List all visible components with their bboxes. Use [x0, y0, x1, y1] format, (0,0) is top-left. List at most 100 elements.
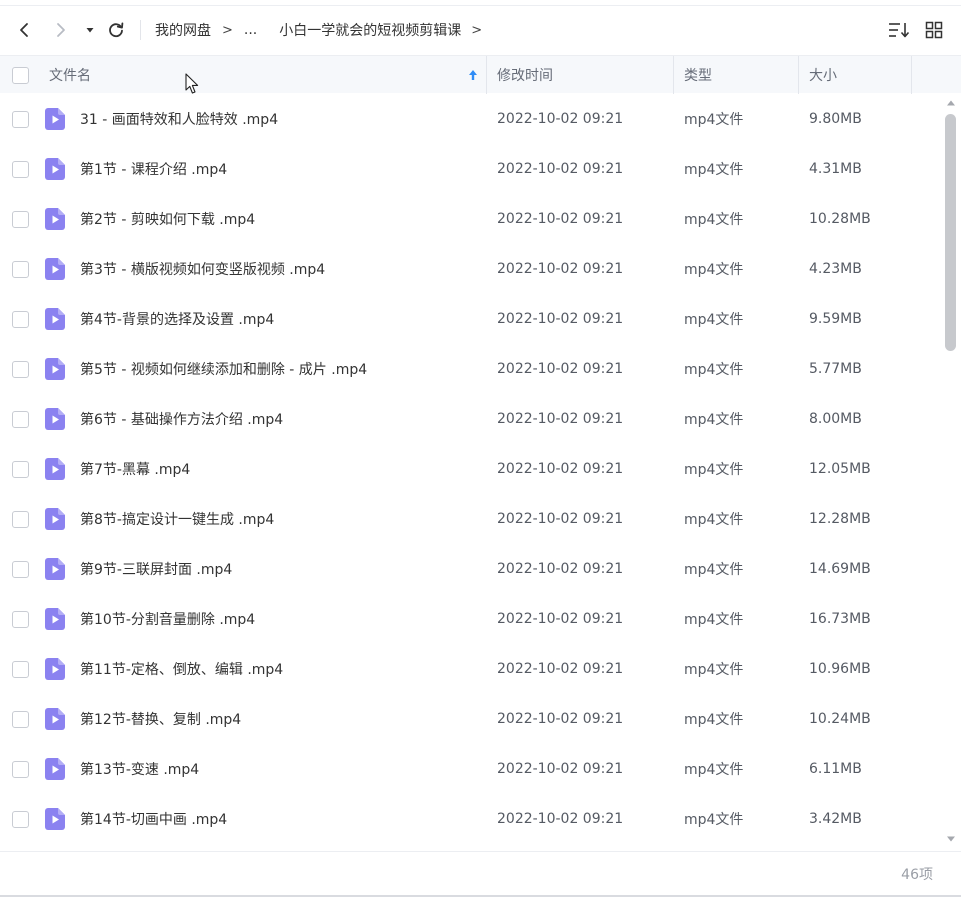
table-row[interactable]: 第8节-搞定设计一键生成 .mp4 2022-10-02 09:21 mp4文件…: [0, 494, 940, 544]
select-all-checkbox[interactable]: [12, 66, 29, 84]
file-modified-time: 2022-10-02 09:21: [497, 461, 624, 477]
file-size: 6.11MB: [809, 761, 862, 777]
file-name[interactable]: 第14节-切画中画 .mp4: [80, 794, 227, 844]
row-checkbox-cell: [12, 94, 29, 144]
table-row[interactable]: 第5节 - 视频如何继续添加和删除 - 成片 .mp4 2022-10-02 0…: [0, 344, 940, 394]
row-checkbox[interactable]: [12, 710, 29, 728]
table-row[interactable]: 第10节-分割音量删除 .mp4 2022-10-02 09:21 mp4文件 …: [0, 594, 940, 644]
file-modified-time: 2022-10-02 09:21: [497, 761, 624, 777]
table-row[interactable]: 第6节 - 基础操作方法介绍 .mp4 2022-10-02 09:21 mp4…: [0, 394, 940, 444]
row-checkbox[interactable]: [12, 360, 29, 378]
video-file-icon: [45, 508, 65, 530]
breadcrumb-separator: >: [222, 22, 233, 38]
column-divider[interactable]: [486, 56, 487, 94]
forward-button[interactable]: [49, 18, 73, 42]
file-icon-cell: [45, 194, 65, 244]
file-name[interactable]: 第13节-变速 .mp4: [80, 744, 199, 794]
file-name[interactable]: 第2节 - 剪映如何下载 .mp4: [80, 194, 255, 244]
table-row[interactable]: 第9节-三联屏封面 .mp4 2022-10-02 09:21 mp4文件 14…: [0, 544, 940, 594]
column-divider[interactable]: [673, 56, 674, 94]
file-size: 3.42MB: [809, 811, 862, 827]
file-name[interactable]: 31 - 画面特效和人脸特效 .mp4: [80, 94, 278, 144]
row-checkbox[interactable]: [12, 260, 29, 278]
table-row[interactable]: 第2节 - 剪映如何下载 .mp4 2022-10-02 09:21 mp4文件…: [0, 194, 940, 244]
grid-view-button[interactable]: [922, 19, 946, 41]
file-type: mp4文件: [684, 812, 744, 828]
toolbar: 我的网盘 > ... 小白一学就会的短视频剪辑课 >: [0, 6, 961, 54]
file-size: 12.28MB: [809, 511, 871, 527]
file-manager-window: 我的网盘 > ... 小白一学就会的短视频剪辑课 > 文件名 修改时间 类型 大…: [0, 0, 961, 897]
grid-view-icon: [925, 21, 943, 39]
row-checkbox[interactable]: [12, 410, 29, 428]
column-header-type[interactable]: 类型: [684, 56, 712, 94]
file-name[interactable]: 第8节-搞定设计一键生成 .mp4: [80, 494, 274, 544]
breadcrumb: 我的网盘 > ... 小白一学就会的短视频剪辑课 >: [155, 6, 482, 54]
row-checkbox[interactable]: [12, 810, 29, 828]
row-checkbox[interactable]: [12, 310, 29, 328]
sort-direction-button[interactable]: [467, 67, 479, 83]
status-bar: 46项: [0, 851, 961, 895]
table-row[interactable]: 第12节-替换、复制 .mp4 2022-10-02 09:21 mp4文件 1…: [0, 694, 940, 744]
row-checkbox-cell: [12, 194, 29, 244]
table-row[interactable]: 第14节-切画中画 .mp4 2022-10-02 09:21 mp4文件 3.…: [0, 794, 940, 844]
row-checkbox[interactable]: [12, 210, 29, 228]
file-name[interactable]: 第12节-替换、复制 .mp4: [80, 694, 241, 744]
file-type: mp4文件: [684, 112, 744, 128]
history-dropdown-button[interactable]: [80, 18, 100, 42]
video-file-icon: [45, 158, 65, 180]
file-name[interactable]: 第10节-分割音量删除 .mp4: [80, 594, 255, 644]
table-row[interactable]: 第7节-黑幕 .mp4 2022-10-02 09:21 mp4文件 12.05…: [0, 444, 940, 494]
back-button[interactable]: [12, 18, 36, 42]
breadcrumb-root[interactable]: 我的网盘: [155, 20, 211, 40]
file-name[interactable]: 第4节-背景的选择及设置 .mp4: [80, 294, 274, 344]
table-row[interactable]: 第13节-变速 .mp4 2022-10-02 09:21 mp4文件 6.11…: [0, 744, 940, 794]
table-row[interactable]: 第1节 - 课程介绍 .mp4 2022-10-02 09:21 mp4文件 4…: [0, 144, 940, 194]
file-size: 14.69MB: [809, 561, 871, 577]
select-all-cell: [12, 56, 29, 94]
row-checkbox[interactable]: [12, 610, 29, 628]
row-checkbox[interactable]: [12, 160, 29, 178]
file-name[interactable]: 第5节 - 视频如何继续添加和删除 - 成片 .mp4: [80, 344, 367, 394]
row-checkbox[interactable]: [12, 510, 29, 528]
file-size: 12.05MB: [809, 461, 871, 477]
table-row[interactable]: 第4节-背景的选择及设置 .mp4 2022-10-02 09:21 mp4文件…: [0, 294, 940, 344]
file-type: mp4文件: [684, 212, 744, 228]
chevron-left-icon: [20, 23, 28, 37]
table-row[interactable]: 第3节 - 横版视频如何变竖版视频 .mp4 2022-10-02 09:21 …: [0, 244, 940, 294]
refresh-button[interactable]: [104, 18, 128, 42]
breadcrumb-separator[interactable]: >: [471, 23, 482, 38]
file-name[interactable]: 第11节-定格、倒放、编辑 .mp4: [80, 644, 283, 694]
row-checkbox[interactable]: [12, 760, 29, 778]
file-name[interactable]: 第6节 - 基础操作方法介绍 .mp4: [80, 394, 283, 444]
item-count: 46项: [901, 867, 933, 883]
file-name[interactable]: 第9节-三联屏封面 .mp4: [80, 544, 232, 594]
file-modified-time: 2022-10-02 09:21: [497, 561, 624, 577]
row-checkbox[interactable]: [12, 460, 29, 478]
vertical-scrollbar[interactable]: [941, 94, 961, 850]
table-row[interactable]: 31 - 画面特效和人脸特效 .mp4 2022-10-02 09:21 mp4…: [0, 94, 940, 144]
file-name[interactable]: 第3节 - 横版视频如何变竖版视频 .mp4: [80, 244, 325, 294]
column-header-modified[interactable]: 修改时间: [497, 56, 553, 94]
file-size: 5.77MB: [809, 361, 862, 377]
breadcrumb-ellipsis[interactable]: ...: [244, 22, 257, 38]
file-type: mp4文件: [684, 712, 744, 728]
file-type: mp4文件: [684, 162, 744, 178]
column-divider[interactable]: [798, 56, 799, 94]
column-divider[interactable]: [911, 56, 912, 94]
file-name[interactable]: 第7节-黑幕 .mp4: [80, 444, 190, 494]
row-checkbox[interactable]: [12, 660, 29, 678]
column-header-name[interactable]: 文件名: [49, 56, 91, 94]
sort-button[interactable]: [887, 19, 911, 41]
breadcrumb-current[interactable]: 小白一学就会的短视频剪辑课: [279, 20, 461, 40]
video-file-icon: [45, 758, 65, 780]
scroll-thumb[interactable]: [945, 114, 956, 351]
scroll-up-button[interactable]: [946, 98, 956, 108]
file-modified-time: 2022-10-02 09:21: [497, 811, 624, 827]
row-checkbox[interactable]: [12, 560, 29, 578]
file-name[interactable]: 第1节 - 课程介绍 .mp4: [80, 144, 227, 194]
row-checkbox[interactable]: [12, 110, 29, 128]
scroll-down-button[interactable]: [946, 834, 956, 844]
row-checkbox-cell: [12, 694, 29, 744]
column-header-size[interactable]: 大小: [809, 56, 837, 94]
table-row[interactable]: 第11节-定格、倒放、编辑 .mp4 2022-10-02 09:21 mp4文…: [0, 644, 940, 694]
